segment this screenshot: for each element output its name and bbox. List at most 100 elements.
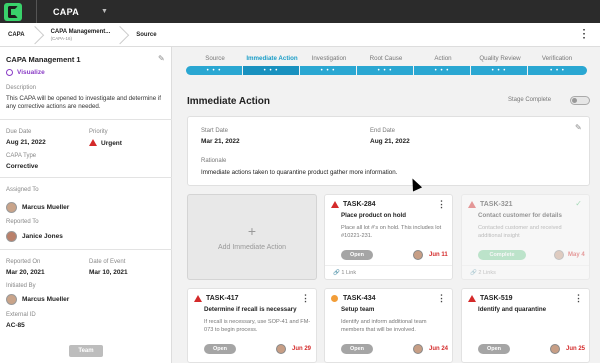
top-bar: CAPA ▼: [0, 0, 600, 23]
breadcrumb-sublabel: (CAPA-16): [50, 35, 72, 41]
step-action[interactable]: Action: [414, 55, 472, 62]
stage-complete-toggle[interactable]: [570, 96, 590, 105]
step-bar-immediate-action[interactable]: • • •: [243, 66, 299, 75]
external-id-label: External ID: [6, 312, 36, 318]
end-date-label: End Date: [370, 128, 396, 134]
breadcrumb-item-capa-management[interactable]: CAPA Management... (CAPA-16): [43, 23, 119, 47]
step-bar-investigation[interactable]: • • •: [300, 66, 356, 75]
task-id: TASK-434: [331, 295, 376, 302]
task-id-text: TASK-321: [480, 201, 513, 208]
task-links[interactable]: 🔗 2 Links: [470, 270, 496, 276]
task-links[interactable]: 🔗 1 Link: [333, 270, 356, 276]
chevron-down-icon[interactable]: ▼: [101, 8, 108, 15]
task-id: TASK-519: [468, 295, 513, 302]
visualize-icon: [6, 69, 13, 76]
reported-to-person[interactable]: Janice Jones: [6, 231, 63, 242]
task-links-label: 1 Link: [341, 270, 357, 276]
task-id: TASK-321: [468, 201, 513, 208]
step-bar-root-cause[interactable]: • • •: [357, 66, 413, 75]
task-card[interactable]: TASK-321 ✓ Contact customer for details …: [461, 194, 590, 280]
priority-value: Urgent: [89, 139, 122, 147]
avatar: [413, 250, 423, 260]
due-date-value: Aug 21, 2022: [6, 139, 46, 146]
step-quality-review[interactable]: Quality Review: [471, 55, 529, 62]
visualize-link[interactable]: Visualize: [6, 69, 45, 76]
task-due-date: May 4: [568, 252, 585, 258]
more-options-icon[interactable]: ⋮: [437, 199, 446, 210]
more-options-icon[interactable]: ⋮: [437, 293, 446, 304]
stage-stepper: Source Immediate Action Investigation Ro…: [186, 47, 590, 79]
task-card[interactable]: TASK-434 ⋮ Setup team Identify and infor…: [324, 288, 453, 363]
step-immediate-action[interactable]: Immediate Action: [243, 55, 301, 62]
task-status-badge[interactable]: Open: [204, 344, 236, 354]
task-due-date: Jun 24: [429, 346, 449, 352]
divider: [36, 0, 37, 23]
task-name: Place product on hold: [341, 212, 406, 219]
initiated-by-person[interactable]: Marcus Mueller: [6, 294, 69, 305]
reported-on-label: Reported On: [6, 259, 41, 265]
task-name: Determine if recall is necessary: [204, 306, 297, 313]
check-icon: ✓: [575, 199, 582, 208]
step-bar-source[interactable]: • • •: [186, 66, 242, 75]
warning-icon: [331, 201, 339, 208]
date-of-event-label: Date of Event: [89, 259, 126, 265]
task-due-date: Jun 29: [292, 346, 312, 352]
task-card[interactable]: TASK-519 ⋮ Identify and quarantine Open …: [461, 288, 590, 363]
rationale-text: Immediate actions taken to quarantine pr…: [201, 169, 398, 176]
app-logo-icon[interactable]: [4, 2, 22, 21]
task-status-badge[interactable]: Open: [341, 250, 373, 260]
person-name: Marcus Mueller: [22, 296, 70, 303]
task-card[interactable]: TASK-417 ⋮ Determine if recall is necess…: [187, 288, 317, 363]
task-id-text: TASK-284: [343, 201, 376, 208]
add-immediate-action-card[interactable]: + Add Immediate Action: [187, 194, 317, 280]
edit-icon[interactable]: ✎: [158, 54, 165, 63]
divider: [0, 119, 172, 120]
person-name: Janice Jones: [22, 233, 63, 240]
task-status-badge[interactable]: Open: [341, 344, 373, 354]
task-description: Place all lot #'s on hold. This includes…: [341, 225, 442, 239]
add-immediate-action-label: Add Immediate Action: [217, 244, 287, 251]
team-button[interactable]: Team: [69, 345, 103, 357]
step-investigation[interactable]: Investigation: [300, 55, 358, 62]
capa-type-label: CAPA Type: [6, 153, 37, 159]
more-options-icon[interactable]: ⋮: [574, 293, 583, 304]
app-title[interactable]: CAPA: [53, 7, 79, 17]
task-status-badge[interactable]: Complete: [478, 250, 526, 260]
record-title: CAPA Management 1: [6, 55, 81, 64]
avatar: [6, 231, 17, 242]
task-description: If recall is necessary, use SOP-41 and F…: [204, 319, 311, 333]
warning-icon: [468, 295, 476, 302]
task-links-label: 2 Links: [478, 270, 496, 276]
person-name: Marcus Mueller: [22, 204, 70, 211]
task-due-date: Jun 11: [429, 252, 448, 258]
breadcrumb: CAPA CAPA Management... (CAPA-16) Source: [0, 23, 600, 47]
step-bar-action[interactable]: • • •: [414, 66, 470, 75]
breadcrumb-item-source[interactable]: Source: [128, 23, 164, 47]
more-options-icon[interactable]: · · ·: [583, 26, 586, 44]
task-name: Setup team: [341, 306, 375, 313]
end-date-value: Aug 21, 2022: [370, 138, 410, 145]
avatar: [6, 202, 17, 213]
task-id: TASK-417: [194, 295, 239, 302]
task-status-badge[interactable]: Open: [478, 344, 510, 354]
step-root-cause[interactable]: Root Cause: [357, 55, 415, 62]
description-label: Description: [6, 85, 37, 91]
step-source[interactable]: Source: [186, 55, 244, 62]
assigned-to-person[interactable]: Marcus Mueller: [6, 202, 69, 213]
task-card[interactable]: TASK-284 ⋮ Place product on hold Place a…: [324, 194, 453, 280]
task-name: Identify and quarantine: [478, 306, 547, 313]
breadcrumb-label: Source: [136, 31, 157, 38]
start-date-label: Start Date: [201, 128, 229, 134]
date-of-event-value: Mar 10, 2021: [89, 269, 128, 276]
edit-icon[interactable]: ✎: [575, 123, 582, 132]
step-bar-verification[interactable]: • • •: [528, 66, 587, 75]
assigned-to-label: Assigned To: [6, 187, 39, 193]
medium-priority-icon: [331, 295, 338, 302]
task-id: TASK-284: [331, 201, 376, 208]
task-id-text: TASK-519: [480, 295, 513, 302]
description-text: This CAPA will be opened to investigate …: [6, 95, 162, 110]
step-bar-quality-review[interactable]: • • •: [471, 66, 527, 75]
more-options-icon[interactable]: ⋮: [301, 293, 310, 304]
step-verification[interactable]: Verification: [528, 55, 586, 62]
avatar: [6, 294, 17, 305]
